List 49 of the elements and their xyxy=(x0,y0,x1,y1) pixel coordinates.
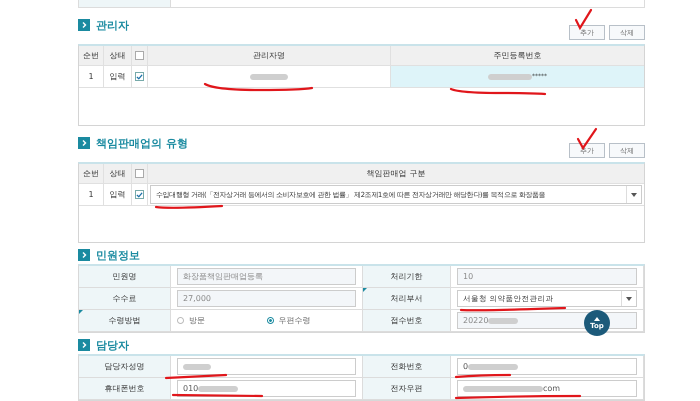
input-field[interactable]: 0 xyxy=(457,358,637,375)
caret-icon xyxy=(594,316,600,320)
row-checkbox[interactable] xyxy=(135,190,144,199)
field-label: 전화번호 xyxy=(363,356,451,378)
field-label: 처리기한 xyxy=(363,266,451,288)
column-header: 상태 xyxy=(104,164,132,183)
table-cell: 1 xyxy=(79,66,104,87)
radio-label: 방문 xyxy=(189,315,205,326)
field-label: 담당자성명 xyxy=(79,356,171,378)
field-label: 수수료 xyxy=(79,288,171,310)
section-title: 민원정보 xyxy=(96,248,140,262)
radio-label: 우편수령 xyxy=(278,315,310,326)
table-cell: 1 xyxy=(79,184,104,205)
row-checkbox[interactable] xyxy=(135,72,144,81)
blurred-text xyxy=(250,74,288,80)
chevron-icon xyxy=(78,19,90,31)
section-title: 담당자 xyxy=(96,338,129,352)
radio-button[interactable] xyxy=(266,317,274,324)
column-header: 책임판매업 구분 xyxy=(366,168,426,180)
input-field[interactable]: 010 xyxy=(177,380,356,397)
input-field[interactable]: 27,000 xyxy=(177,290,356,307)
chevron-icon xyxy=(78,339,90,351)
column-header: 순번 xyxy=(79,164,104,183)
section-title: 책임판매업의 유형 xyxy=(96,136,188,150)
column-header: 주민등록번호 xyxy=(492,50,542,62)
field-label: 민원명 xyxy=(79,266,171,288)
section-title: 관리자 xyxy=(96,18,129,32)
table-cell: 입력 xyxy=(104,184,132,205)
field-label: 휴대폰번호 xyxy=(79,378,171,400)
chevron-icon xyxy=(78,249,90,261)
input-field[interactable]: com xyxy=(457,380,637,397)
field-label: 전자우편 xyxy=(363,378,451,400)
blurred-text xyxy=(488,74,532,80)
input-field[interactable]: 10 xyxy=(457,268,637,285)
select-all-checkbox[interactable] xyxy=(135,169,144,178)
column-header: 상태 xyxy=(104,46,132,65)
annotation-underline xyxy=(154,204,224,209)
column-header: 관리자명 xyxy=(148,46,391,65)
field-label: 처리부서 xyxy=(363,288,451,310)
column-header: 순번 xyxy=(79,46,104,65)
radio-button[interactable] xyxy=(177,317,184,324)
chevron-icon xyxy=(78,137,90,149)
field-label: 접수번호 xyxy=(363,310,451,332)
input-field[interactable] xyxy=(177,358,356,375)
select-all-checkbox[interactable] xyxy=(135,51,144,60)
table-cell: 입력 xyxy=(104,66,132,87)
input-field[interactable]: 화장품책임판매업등록 xyxy=(177,268,356,285)
annotation-checkmark xyxy=(574,8,592,30)
field-label: 수령방법 xyxy=(79,310,171,332)
